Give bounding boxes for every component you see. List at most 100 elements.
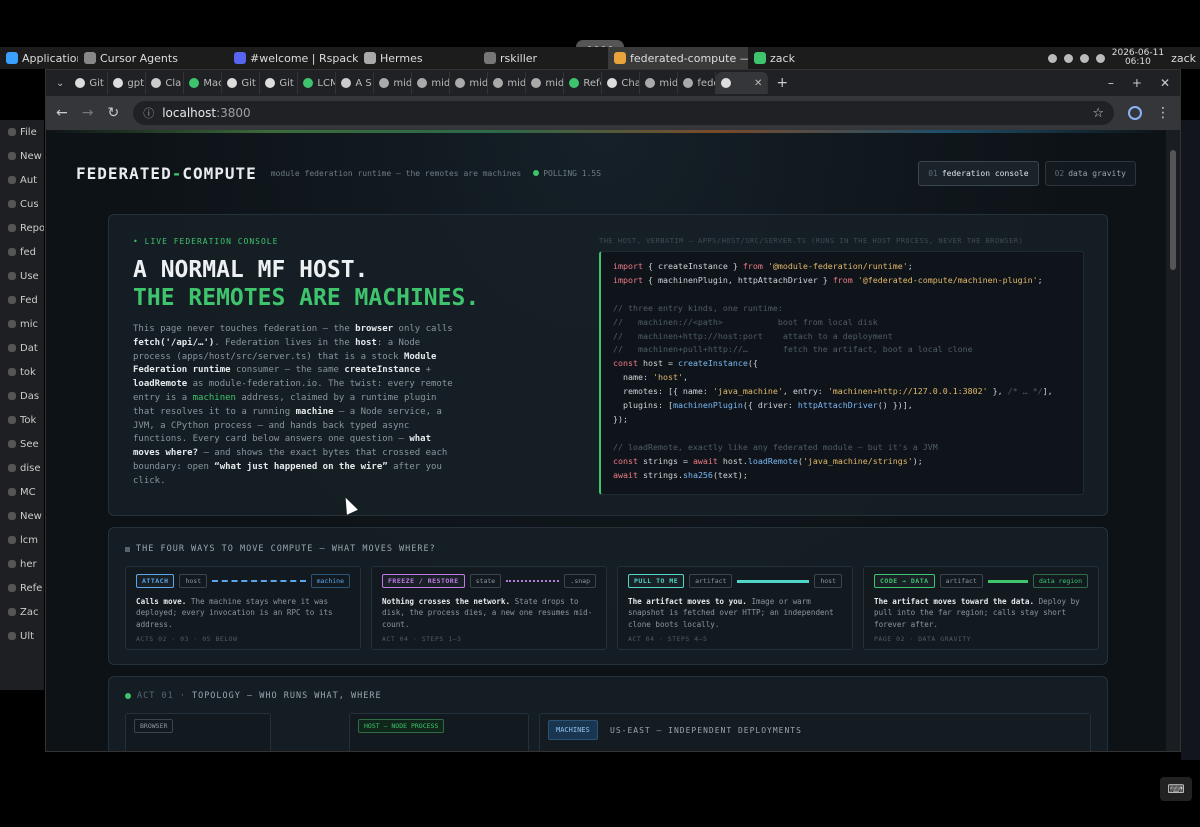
taskbar-item-label: rskiller bbox=[500, 51, 538, 65]
brand-logo[interactable]: FEDERATED-COMPUTE bbox=[76, 164, 257, 183]
left-app-item[interactable]: Zac bbox=[0, 600, 44, 624]
scrollbar-thumb[interactable] bbox=[1170, 150, 1176, 270]
update-icon[interactable] bbox=[1079, 53, 1089, 63]
item-icon bbox=[8, 512, 16, 520]
code-line: name: 'host', bbox=[613, 371, 1071, 385]
browser-tab[interactable]: mid bbox=[412, 72, 451, 94]
left-app-item[interactable]: Aut bbox=[0, 168, 44, 192]
browser-tab[interactable]: fede bbox=[678, 72, 717, 94]
browser-tab[interactable]: Git bbox=[222, 72, 261, 94]
browser-tab[interactable]: ✕ bbox=[716, 72, 769, 94]
code-token: , entry: bbox=[782, 386, 828, 397]
maximize-icon[interactable]: + bbox=[1132, 76, 1142, 90]
way-description: The artifact moves toward the data. Depl… bbox=[874, 596, 1088, 630]
browser-tab[interactable]: Mac bbox=[184, 72, 223, 94]
notification-bell-icon[interactable] bbox=[1095, 53, 1105, 63]
user-name[interactable]: zack bbox=[1171, 52, 1196, 65]
left-app-item[interactable]: Use bbox=[0, 264, 44, 288]
machines-label[interactable]: MACHINES bbox=[548, 720, 598, 740]
left-app-item[interactable]: Tok bbox=[0, 408, 44, 432]
browser-tab[interactable]: Cla bbox=[146, 72, 185, 94]
page-scrollbar[interactable] bbox=[1166, 130, 1180, 751]
browser-tab[interactable]: LCM bbox=[298, 72, 337, 94]
left-app-item[interactable]: MC bbox=[0, 480, 44, 504]
way-from: artifact bbox=[939, 574, 983, 588]
left-app-item[interactable]: Refe bbox=[0, 576, 44, 600]
close-icon[interactable]: ✕ bbox=[1160, 76, 1170, 90]
left-app-item[interactable]: See bbox=[0, 432, 44, 456]
browser-tab[interactable]: Git bbox=[260, 72, 299, 94]
left-app-item[interactable]: lcm bbox=[0, 528, 44, 552]
browser-tab-label: mid bbox=[469, 77, 489, 89]
code-token: /* … */ bbox=[1007, 386, 1043, 397]
left-app-item[interactable]: fed bbox=[0, 240, 44, 264]
left-app-item[interactable]: Reposit bbox=[0, 216, 44, 240]
tab-close-icon[interactable]: ✕ bbox=[754, 78, 762, 89]
url-input[interactable]: ⓘ localhost:3800 ☆ bbox=[133, 101, 1114, 125]
site-info-icon[interactable]: ⓘ bbox=[143, 105, 154, 121]
left-app-item[interactable]: Das bbox=[0, 384, 44, 408]
nav-federation-console[interactable]: 01 federation console bbox=[918, 160, 1039, 186]
browser-tab-label: Git bbox=[89, 77, 104, 89]
browser-tab[interactable]: Cha bbox=[602, 72, 641, 94]
left-app-item[interactable]: Fed bbox=[0, 288, 44, 312]
left-app-item[interactable]: Dat bbox=[0, 336, 44, 360]
way-card-header: FREEZE / RESTORE state .snap bbox=[382, 574, 596, 588]
left-app-item[interactable]: New bbox=[0, 144, 44, 168]
left-app-item[interactable]: dise bbox=[0, 456, 44, 480]
menu-kebab-icon[interactable]: ⋮ bbox=[1156, 105, 1170, 121]
taskbar-item[interactable]: Hermes bbox=[358, 47, 478, 69]
way-card-attach[interactable]: ATTACH host machine Calls move. The machine… bbox=[125, 566, 361, 650]
volume-icon[interactable] bbox=[1063, 53, 1073, 63]
forward-icon[interactable]: → bbox=[82, 105, 94, 121]
way-tag: ATTACH bbox=[136, 574, 175, 588]
browser-tab[interactable]: Git bbox=[70, 72, 109, 94]
browser-tab[interactable]: Refe bbox=[564, 72, 603, 94]
profile-avatar-icon[interactable] bbox=[1128, 106, 1142, 120]
left-app-item[interactable]: New bbox=[0, 504, 44, 528]
left-app-item-label: Fed bbox=[20, 294, 38, 306]
way-card-pull-to-me[interactable]: PULL TO ME artifact host The artifact moves… bbox=[617, 566, 853, 650]
code-token: import bbox=[613, 261, 643, 271]
nav-data-gravity[interactable]: 02 data gravity bbox=[1044, 160, 1136, 186]
taskbar-item[interactable]: rskiller bbox=[478, 47, 608, 69]
code-token: // machinen://<path> boot from local dis… bbox=[613, 316, 878, 327]
way-card-code-data[interactable]: CODE → DATA artifact data region The artifa… bbox=[863, 566, 1099, 650]
minimize-icon[interactable]: – bbox=[1108, 76, 1114, 90]
discord-tray-icon[interactable] bbox=[1047, 53, 1057, 63]
hero-body-highlight: machinen bbox=[192, 392, 236, 403]
arrow-icon bbox=[506, 580, 560, 582]
taskbar-item[interactable]: Applications bbox=[0, 47, 78, 69]
way-to: .snap bbox=[564, 574, 596, 588]
arrow-icon bbox=[987, 579, 1028, 583]
code-line: // machinen+pull+http://… fetch the arti… bbox=[613, 343, 1071, 357]
left-app-item[interactable]: Cus bbox=[0, 192, 44, 216]
tab-search-icon[interactable]: ⌄ bbox=[50, 78, 70, 89]
taskbar-item[interactable]: #welcome | Rspack - ... bbox=[228, 47, 358, 69]
hero-body-strong: host bbox=[355, 337, 377, 348]
taskbar-item[interactable]: Cursor Agents bbox=[78, 47, 228, 69]
left-app-item[interactable]: Ult bbox=[0, 624, 44, 648]
taskbar-item[interactable]: zack bbox=[748, 47, 888, 69]
way-card-freeze-restore[interactable]: FREEZE / RESTORE state .snap Nothing crosse… bbox=[371, 566, 607, 650]
browser-tab[interactable]: mid bbox=[450, 72, 489, 94]
browser-tab[interactable]: mid bbox=[488, 72, 527, 94]
browser-tab[interactable]: A S bbox=[336, 72, 375, 94]
reload-icon[interactable]: ↻ bbox=[107, 105, 119, 121]
taskbar-item[interactable]: federated-compute — ... bbox=[608, 47, 748, 69]
left-app-item[interactable]: File bbox=[0, 120, 44, 144]
left-app-item[interactable]: tok bbox=[0, 360, 44, 384]
browser-tab[interactable]: gpt bbox=[108, 72, 147, 94]
keyboard-icon[interactable]: ⌨ bbox=[1160, 777, 1192, 801]
code-token: sha256 bbox=[682, 469, 713, 480]
left-app-item[interactable]: mic bbox=[0, 312, 44, 336]
left-app-item[interactable]: her bbox=[0, 552, 44, 576]
code-token: }); bbox=[613, 413, 628, 424]
back-icon[interactable]: ← bbox=[56, 105, 68, 121]
new-tab-button[interactable]: + bbox=[768, 75, 796, 91]
browser-tab[interactable]: mid bbox=[374, 72, 413, 94]
browser-tab[interactable]: mid bbox=[526, 72, 565, 94]
bookmark-star-icon[interactable]: ☆ bbox=[1092, 106, 1104, 121]
way-to: data region bbox=[1032, 574, 1088, 588]
browser-tab[interactable]: mid bbox=[640, 72, 679, 94]
